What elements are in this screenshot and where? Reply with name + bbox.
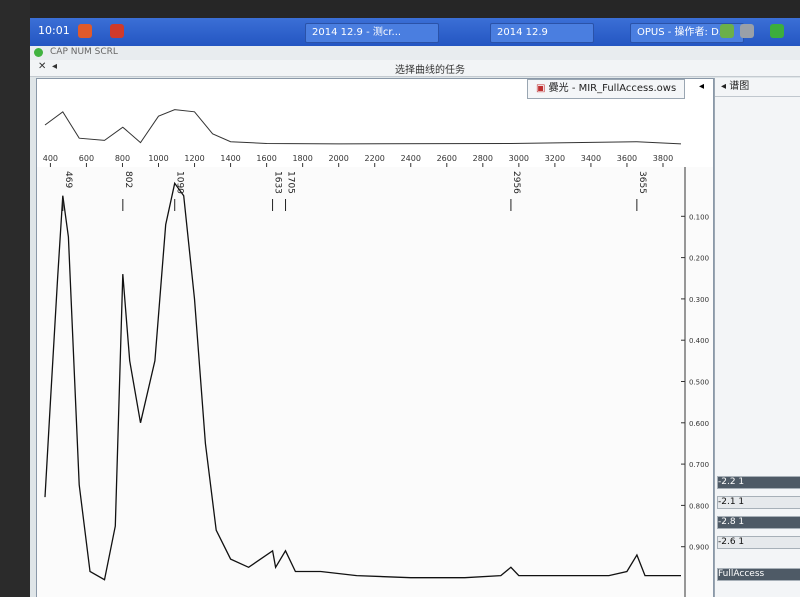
tray-start-icon[interactable]	[770, 24, 784, 38]
right-panel: ◂ 谱图 -2.6 1 -2.8 1 -2.1 1 -2.2 1 FullAcc…	[714, 78, 800, 597]
list-item-label: -2.1 1	[718, 497, 745, 507]
right-panel-header: ◂ 谱图	[715, 78, 800, 97]
screen: 10:01 OPUS - 操作者: D... 2014 12.9 2014 12…	[30, 18, 800, 597]
x-tick-label: 2400	[401, 154, 421, 163]
taskbar-item-label: 2014 12.9	[497, 27, 548, 38]
status-bar: CAP NUM SCRL	[30, 46, 800, 61]
taskbar: 10:01 OPUS - 操作者: D... 2014 12.9 2014 12…	[30, 18, 800, 46]
spectrum-plot-svg: 0.100 0.200 0.300 0.400 0.500 0.600 0.700 0.800…	[44, 167, 709, 597]
x-tick-label: 3200	[545, 154, 565, 163]
y-tick-label: 0.500	[689, 379, 709, 387]
toolbar-label: 选择曲线的任务	[395, 65, 465, 76]
x-tick-label: 600	[79, 154, 94, 163]
right-panel-title: 谱图	[729, 81, 750, 92]
overview-svg	[44, 109, 682, 145]
x-tick-label: 800	[115, 154, 130, 163]
x-tick-label: 2800	[473, 154, 493, 163]
y-tick-label: 0.800	[689, 502, 709, 510]
x-tick-label: 400	[43, 154, 58, 163]
spectrum-line	[44, 181, 681, 581]
peak-label: 469	[63, 171, 73, 188]
taskbar-clock[interactable]: 10:01	[38, 24, 70, 37]
list-item[interactable]: -2.8 1	[717, 516, 800, 529]
y-tick-label: 0.300	[689, 296, 709, 304]
x-tick-label: 2200	[365, 154, 385, 163]
y-tick-label: 0.700	[689, 461, 709, 469]
arrow-left-icon[interactable]: ◂	[52, 61, 57, 72]
x-tick-label: 2600	[437, 154, 457, 163]
x-tick-label: 3600	[617, 154, 637, 163]
x-tick-label: 3800	[653, 154, 673, 163]
right-panel-footer-label: FullAccess	[718, 569, 765, 579]
list-item[interactable]: -2.2 1	[717, 476, 800, 489]
list-item-label: -2.8 1	[718, 517, 745, 527]
x-tick-label: 1000	[148, 154, 168, 163]
peak-label: 3655	[637, 171, 647, 194]
tab-spectrum-file[interactable]: ▣ 爨光 - MIR_FullAccess.ows	[527, 79, 686, 99]
x-tick-label: 1800	[292, 154, 312, 163]
list-item-label: -2.6 1	[718, 537, 745, 547]
peak-label: 802	[123, 171, 133, 188]
taskbar-item-label: 2014 12.9 - 测cr...	[312, 27, 402, 38]
peak-label: 2956	[511, 171, 521, 194]
close-icon[interactable]: ✕	[38, 61, 46, 72]
peak-label: 1633	[273, 171, 283, 194]
status-text: CAP NUM SCRL	[50, 47, 118, 57]
chevron-left-icon[interactable]: ◂	[699, 81, 704, 92]
spectrum-window: ▣ 爨光 - MIR_FullAccess.ows ◂ 400 600 800 100…	[36, 78, 714, 597]
tray-network-icon[interactable]	[740, 24, 754, 38]
peak-label: 1090	[175, 171, 185, 194]
y-tick-label: 0.100	[689, 213, 709, 221]
main-plot[interactable]: 0.100 0.200 0.300 0.400 0.500 0.600 0.700 0.800…	[37, 167, 713, 597]
y-tick-label: 0.900	[689, 544, 709, 552]
list-item[interactable]: -2.1 1	[717, 496, 800, 509]
x-tick-label: 3000	[509, 154, 529, 163]
x-tick-label: 2000	[328, 154, 348, 163]
x-axis-svg: 400 600 800 1000 1200 1400 1600 1800 2000 2200 240…	[43, 154, 673, 167]
overview-plot[interactable]	[37, 99, 713, 152]
tray-app-icon[interactable]	[78, 24, 92, 38]
status-indicator-icon	[34, 48, 43, 57]
taskbar-item-date[interactable]: 2014 12.9	[490, 23, 594, 43]
x-tick-label: 1200	[184, 154, 204, 163]
tab-label: 爨光 - MIR_FullAccess.ows	[548, 83, 677, 94]
list-item[interactable]: -2.6 1	[717, 536, 800, 549]
overview-line	[44, 109, 682, 145]
chevron-left-icon[interactable]: ◂	[721, 81, 726, 92]
x-tick-label: 3400	[581, 154, 601, 163]
secondary-toolbar: ✕ ◂ 选择曲线的任务	[30, 60, 800, 77]
taskbar-item-window[interactable]: 2014 12.9 - 测cr...	[305, 23, 439, 43]
taskbar-item-label: OPUS - 操作者: D...	[637, 27, 729, 38]
y-tick-label: 0.400	[689, 337, 709, 345]
x-tick-label: 1600	[256, 154, 276, 163]
y-tick-label: 0.200	[689, 255, 709, 263]
x-tick-label: 1400	[220, 154, 240, 163]
x-axis: 400 600 800 1000 1200 1400 1600 1800 2000 2200 240…	[37, 151, 713, 168]
spectrum-file-icon: ▣	[536, 83, 546, 94]
tray-settings-icon[interactable]	[720, 24, 734, 38]
y-tick-label: 0.600	[689, 420, 709, 428]
list-item-label: -2.2 1	[718, 477, 745, 487]
monitor-bezel-left	[0, 0, 30, 597]
tray-s-icon[interactable]	[110, 24, 124, 38]
peak-label: 1705	[286, 171, 296, 194]
right-panel-footer: FullAccess	[717, 568, 800, 581]
